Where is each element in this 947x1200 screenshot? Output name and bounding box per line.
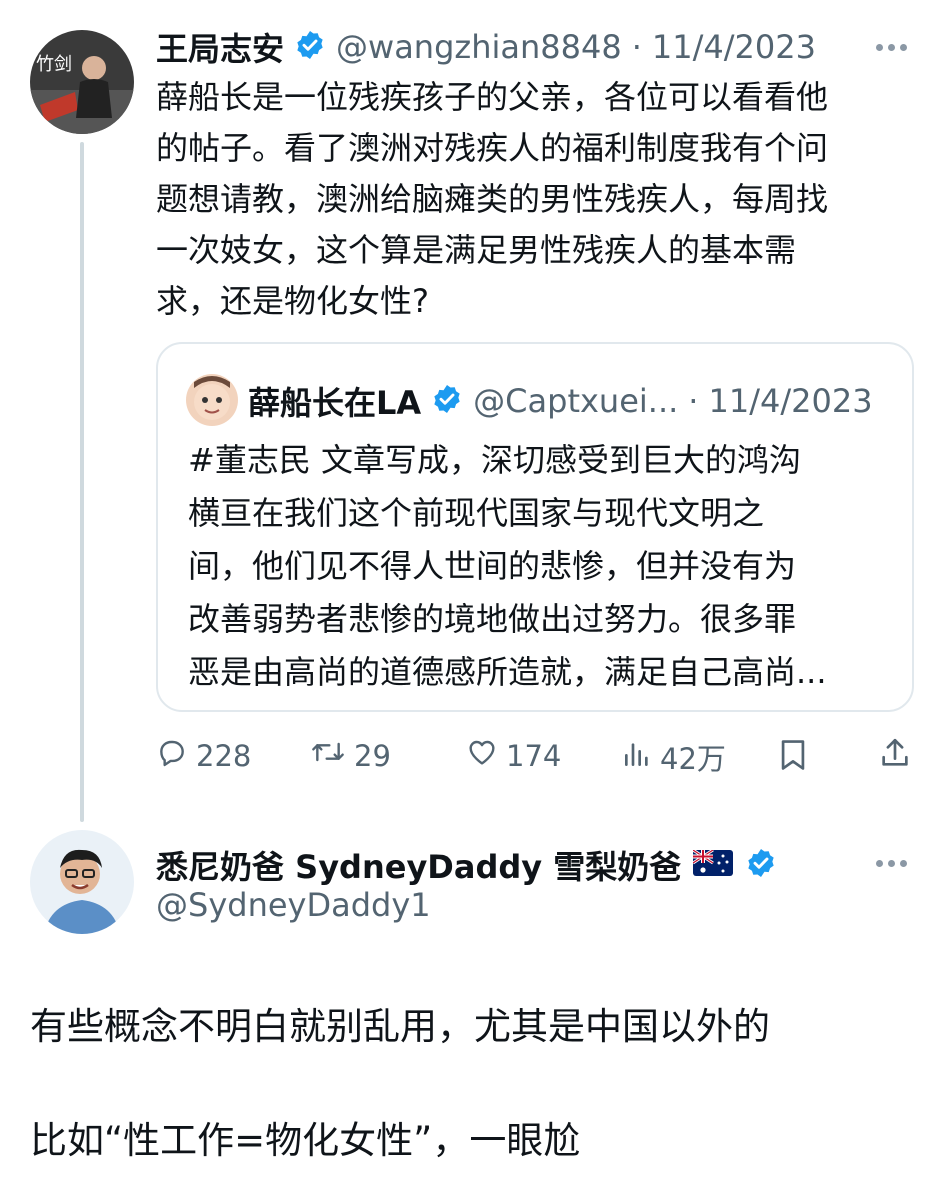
tweet2-text-line: 有些概念不明白就别乱用，尤其是中国以外的 — [30, 1005, 770, 1048]
verified-badge-icon — [431, 383, 463, 419]
tweet2-text-line: 比如“性工作=物化女性”，一眼尬 — [30, 1119, 581, 1162]
tweet2-handle[interactable]: @SydneyDaddy1 — [156, 886, 431, 924]
quote-handle: @Captxuei... — [473, 382, 679, 420]
retweet-button[interactable]: 29 — [310, 736, 391, 775]
tweet1-text-line: 一次妓女，这个算是满足男性残疾人的基本需 — [156, 231, 797, 269]
tweet1-date-separator: · — [631, 28, 642, 66]
australia-flag-icon — [692, 848, 734, 880]
retweet-icon — [310, 736, 346, 775]
share-icon[interactable] — [878, 736, 912, 774]
reply-count: 228 — [196, 738, 252, 773]
tweet2-author-name[interactable]: 悉尼奶爸 SydneyDaddy 雪梨奶爸 — [156, 842, 681, 888]
svg-text:竹剑: 竹剑 — [36, 54, 72, 75]
like-icon — [466, 736, 498, 775]
tweet1-text: 薛船长是一位残疾孩子的父亲，各位可以看看他 的帖子。看了澳洲对残疾人的福利制度我… — [156, 72, 916, 327]
like-button[interactable]: 174 — [466, 736, 561, 775]
quote-text-line: 改善弱势者悲惨的境地做出过努力。很多罪 — [188, 600, 797, 638]
views-button[interactable]: 42万 — [622, 736, 726, 778]
avatar-captxuei — [186, 374, 238, 426]
tweet2-header: 悉尼奶爸 SydneyDaddy 雪梨奶爸 — [156, 842, 777, 888]
tweet1-text-line: 的帖子。看了澳洲对残疾人的福利制度我有个问 — [156, 129, 829, 167]
tweet1-header: 王局志安 @wangzhian8848 · 11/4/2023 — [156, 24, 816, 70]
views-count: 42万 — [660, 742, 726, 776]
quote-date-separator: · — [688, 382, 699, 420]
tweet1-text-line: 求，还是物化女性? — [156, 282, 429, 320]
quote-text-line: #董志民 文章写成，深切感受到巨大的鸿沟 — [188, 441, 801, 479]
quote-text-line: 恶是由高尚的道德感所造就，满足自己高尚... — [188, 653, 827, 691]
retweet-count: 29 — [354, 738, 391, 773]
quote-date: 11/4/2023 — [708, 382, 873, 420]
tweet1-text-line: 薛船长是一位残疾孩子的父亲，各位可以看看他 — [156, 78, 829, 116]
quoted-tweet-card[interactable]: 薛船长在LA @Captxuei... · 11/4/2023 #董志民 文章写… — [156, 342, 914, 712]
avatar-wangzhian[interactable]: 竹剑 — [30, 30, 134, 134]
avatar-sydneydaddy[interactable] — [30, 830, 134, 934]
more-icon[interactable] — [876, 860, 907, 867]
tweet1-handle[interactable]: @wangzhian8848 — [336, 28, 622, 66]
tweet1-text-line: 题想请教，澳洲给脑瘫类的男性残疾人，每周找 — [156, 180, 829, 218]
tweet1-date[interactable]: 11/4/2023 — [652, 28, 816, 66]
quote-header: 薛船长在LA @Captxuei... · 11/4/2023 — [248, 378, 873, 424]
more-icon[interactable] — [876, 44, 907, 51]
quote-text: #董志民 文章写成，深切感受到巨大的鸿沟 横亘在我们这个前现代国家与现代文明之 … — [188, 434, 888, 699]
reply-icon — [156, 736, 188, 775]
bookmark-icon[interactable] — [778, 738, 808, 776]
verified-badge-icon — [745, 847, 777, 883]
quote-author-name: 薛船长在LA — [248, 384, 422, 422]
quote-text-line: 间，他们见不得人世间的悲惨，但并没有为 — [188, 547, 797, 585]
views-icon — [622, 738, 652, 777]
tweet1-author-name[interactable]: 王局志安 — [156, 24, 284, 70]
quote-text-line: 横亘在我们这个前现代国家与现代文明之 — [188, 494, 765, 532]
verified-badge-icon — [294, 29, 326, 65]
thread-connector-line — [80, 142, 84, 822]
reply-button[interactable]: 228 — [156, 736, 251, 775]
like-count: 174 — [506, 738, 562, 773]
